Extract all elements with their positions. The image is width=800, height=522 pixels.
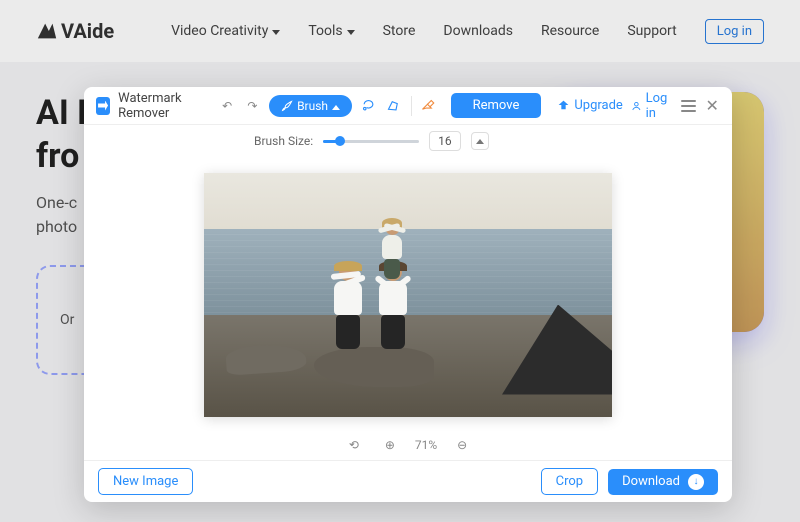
brush-size-row: Brush Size: 16 [84, 125, 732, 161]
watermark-remover-app: Watermark Remover ↶ ↷ Brush Remove Upgra… [84, 87, 732, 502]
upgrade-icon [557, 99, 570, 112]
brush-size-value[interactable]: 16 [429, 131, 461, 151]
status-row: ⟲ ⊕ 71% ⊖ [84, 428, 732, 460]
brush-tool-button[interactable]: Brush [269, 95, 352, 117]
eraser-tool-icon[interactable] [419, 95, 436, 117]
upgrade-link[interactable]: Upgrade [557, 98, 622, 113]
chevron-up-icon [476, 136, 484, 147]
canvas-area [84, 161, 732, 428]
brush-size-slider[interactable] [323, 140, 419, 143]
crop-button[interactable]: Crop [541, 468, 598, 495]
new-image-button[interactable]: New Image [98, 468, 193, 495]
app-logo-icon [96, 97, 110, 115]
lasso-tool-icon[interactable] [360, 95, 377, 117]
download-badge-icon: ↓ [688, 474, 704, 490]
zoom-level: 71% [415, 438, 437, 452]
brush-size-toggle[interactable] [471, 132, 489, 150]
app-login-label: Log in [646, 91, 673, 121]
reset-icon[interactable]: ⟲ [343, 434, 365, 456]
user-icon [631, 99, 642, 113]
brush-size-label: Brush Size: [254, 134, 313, 148]
download-label: Download [622, 474, 680, 489]
remove-button[interactable]: Remove [451, 93, 542, 118]
chevron-up-icon [332, 99, 340, 113]
brush-icon [281, 100, 293, 112]
figure [334, 263, 362, 349]
hamburger-icon[interactable] [681, 96, 697, 116]
close-icon[interactable]: ✕ [704, 96, 720, 116]
zoom-out-icon[interactable]: ⊖ [451, 434, 473, 456]
app-toolbar: Watermark Remover ↶ ↷ Brush Remove Upgra… [84, 87, 732, 125]
upgrade-label: Upgrade [574, 98, 622, 113]
brush-label: Brush [297, 99, 328, 113]
canvas-image[interactable] [204, 173, 612, 417]
redo-icon[interactable]: ↷ [244, 95, 261, 117]
app-title: Watermark Remover [118, 91, 210, 121]
app-login-link[interactable]: Log in [631, 91, 673, 121]
bottom-bar: New Image Crop Download ↓ [84, 460, 732, 502]
download-button[interactable]: Download ↓ [608, 469, 718, 495]
toolbar-divider [411, 96, 412, 116]
figure [382, 220, 402, 279]
slider-thumb[interactable] [335, 136, 345, 146]
polygon-tool-icon[interactable] [385, 95, 402, 117]
zoom-in-icon[interactable]: ⊕ [379, 434, 401, 456]
undo-icon[interactable]: ↶ [219, 95, 236, 117]
